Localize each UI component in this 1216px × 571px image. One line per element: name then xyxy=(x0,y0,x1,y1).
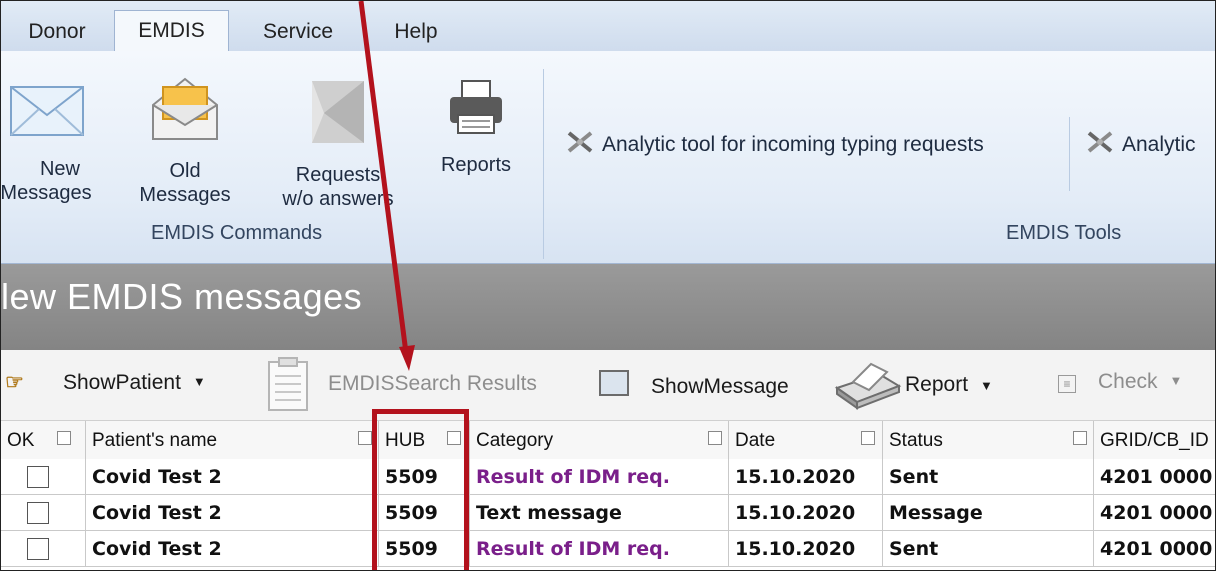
annotation-arrow-icon xyxy=(358,1,415,371)
app-window: Donor EMDIS Service Help New Messages Ol… xyxy=(0,0,1216,571)
